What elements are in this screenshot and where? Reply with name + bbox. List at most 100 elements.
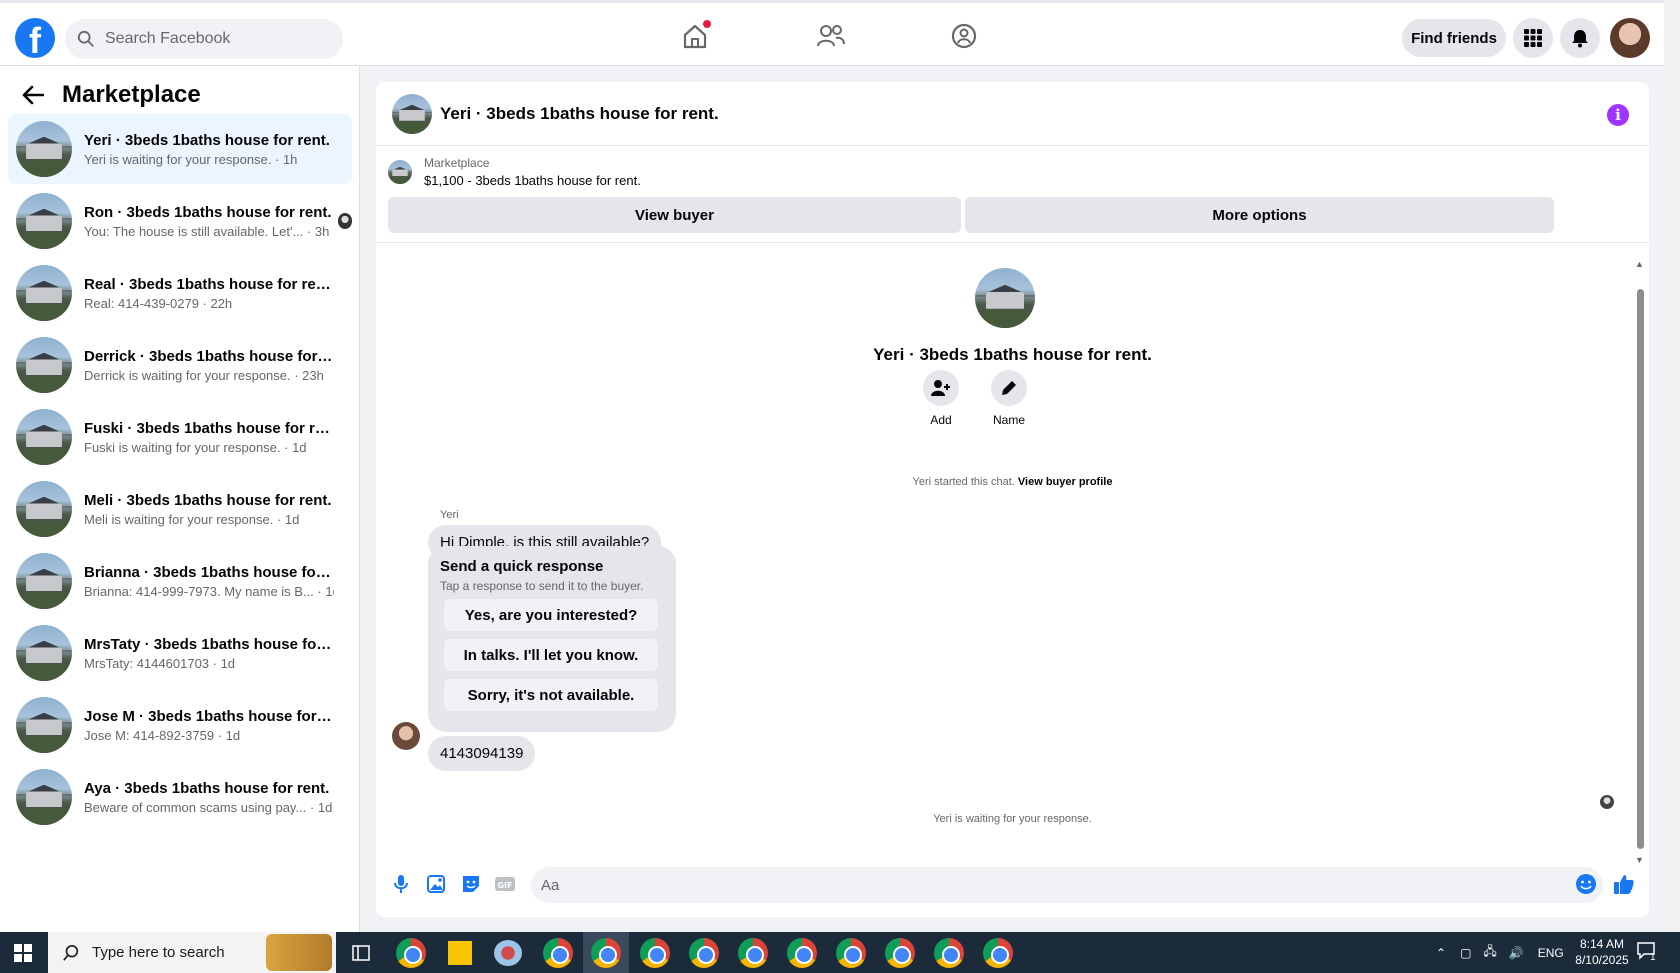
- add-contact-action[interactable]: Add: [911, 370, 971, 427]
- quick-response-option[interactable]: In talks. I'll let you know.: [444, 639, 658, 671]
- taskbar-chrome-app[interactable]: [543, 938, 573, 968]
- chat-title[interactable]: Yeri · 3beds 1baths house for rent.: [440, 104, 719, 124]
- sticker-icon[interactable]: [460, 873, 482, 895]
- scroll-up-arrow-icon[interactable]: ▲: [1635, 259, 1644, 269]
- conversation-title: Yeri · 3beds 1baths house for rent.: [873, 345, 1152, 364]
- taskbar-chrome-app[interactable]: [885, 938, 915, 968]
- message-area: ▲ ▼ Yeri · 3beds 1baths house for rent. …: [376, 245, 1649, 865]
- menu-button[interactable]: [1513, 18, 1553, 58]
- conversation-item[interactable]: Ron · 3beds 1baths house for rent. You: T…: [8, 186, 352, 256]
- microphone-icon[interactable]: [390, 873, 412, 895]
- paint-app-icon[interactable]: [494, 940, 522, 966]
- taskbar-chrome-app[interactable]: [640, 938, 670, 968]
- phone-number-message[interactable]: 4143094139: [428, 736, 536, 771]
- network-icon[interactable]: 🖧: [1483, 942, 1496, 963]
- more-options-button[interactable]: More options: [965, 197, 1554, 233]
- page-scrollbar[interactable]: [1664, 0, 1680, 932]
- taskbar-chrome-app[interactable]: [591, 938, 621, 968]
- start-button[interactable]: [0, 932, 46, 973]
- taskbar-chrome-app[interactable]: [983, 938, 1013, 968]
- conversation-text: Brianna · 3beds 1baths house for r... Bri…: [84, 564, 334, 599]
- groups-nav-button[interactable]: [950, 22, 980, 52]
- quick-response-card: Send a quick response Tap a response to …: [428, 546, 676, 732]
- conversation-preview: Beware of common scams using pay... · 1d: [84, 799, 333, 815]
- facebook-logo-icon[interactable]: f: [15, 18, 55, 58]
- listing-summary[interactable]: Marketplace $1,100 - 3beds 1baths house …: [388, 156, 641, 188]
- conversation-item[interactable]: Aya · 3beds 1baths house for rent. Beware…: [8, 762, 352, 832]
- taskbar-chrome-app[interactable]: [396, 938, 426, 968]
- conversation-text: Yeri · 3beds 1baths house for rent. Yeri …: [84, 132, 334, 167]
- edit-name-action[interactable]: Name: [979, 370, 1039, 427]
- divider: [376, 242, 1649, 243]
- conversation-preview: Yeri is waiting for your response. · 1h: [84, 151, 298, 167]
- emoji-icon[interactable]: [1575, 873, 1597, 895]
- edit-name-button[interactable]: [991, 370, 1027, 406]
- taskbar-chrome-app[interactable]: [689, 938, 719, 968]
- search-icon: [77, 30, 94, 47]
- sticky-notes-app-icon[interactable]: [448, 941, 472, 965]
- taskbar-chrome-app[interactable]: [836, 938, 866, 968]
- quick-response-heading: Send a quick response: [440, 558, 604, 575]
- conversation-thumbnail: [16, 769, 72, 825]
- conversation-item[interactable]: Yeri · 3beds 1baths house for rent. Yeri …: [8, 114, 352, 184]
- search-input[interactable]: [105, 30, 325, 48]
- home-nav-button[interactable]: [681, 20, 711, 52]
- add-label: Add: [930, 413, 952, 427]
- chevron-up-icon[interactable]: ⌃: [1436, 946, 1446, 960]
- chat-header: Yeri · 3beds 1baths house for rent. i: [376, 82, 1649, 146]
- view-buyer-profile-link[interactable]: View buyer profile: [1018, 476, 1113, 488]
- conversation-thumbnail: [16, 625, 72, 681]
- taskbar-chrome-app[interactable]: [738, 938, 768, 968]
- search-box[interactable]: [65, 19, 343, 59]
- notifications-button[interactable]: [1560, 18, 1600, 58]
- clock-date: 8/10/2025: [1575, 953, 1629, 967]
- sidebar-header: Marketplace: [18, 80, 201, 110]
- profile-avatar[interactable]: [1610, 18, 1650, 58]
- info-icon[interactable]: i: [1607, 104, 1629, 126]
- search-icon: [63, 944, 79, 961]
- scrollbar-thumb[interactable]: [1637, 289, 1644, 849]
- conversation-thumbnail: [16, 265, 72, 321]
- friends-nav-button[interactable]: [816, 22, 846, 52]
- conversation-item[interactable]: Derrick · 3beds 1baths house for re... De…: [8, 330, 352, 400]
- conversation-item[interactable]: Meli · 3beds 1baths house for rent. Meli …: [8, 474, 352, 544]
- conversation-preview: Meli is waiting for your response. · 1d: [84, 511, 300, 527]
- task-view-icon[interactable]: [351, 943, 371, 963]
- conversation-item[interactable]: Brianna · 3beds 1baths house for r... Bri…: [8, 546, 352, 616]
- conversation-text: Jose M · 3beds 1baths house for re... Jos…: [84, 708, 334, 743]
- seen-avatar: [337, 213, 352, 229]
- add-person-button[interactable]: [923, 370, 959, 406]
- conversation-item[interactable]: Jose M · 3beds 1baths house for re... Jos…: [8, 690, 352, 760]
- message-input[interactable]: [531, 867, 1603, 903]
- conversation-preview: Jose M: 414-892-3759 · 1d: [84, 727, 241, 743]
- taskbar-clock[interactable]: 8:14 AM 8/10/2025: [1560, 936, 1644, 968]
- conversation-item[interactable]: Real · 3beds 1baths house for rent. Real:…: [8, 258, 352, 328]
- chat-avatar[interactable]: [392, 93, 432, 134]
- conversation-item[interactable]: Fuski · 3beds 1baths house for rent. Fusk…: [8, 402, 352, 472]
- conversation-name: Fuski · 3beds 1baths house for rent.: [84, 419, 334, 437]
- device-icon[interactable]: ▢: [1460, 946, 1471, 960]
- conversation-name: Jose M · 3beds 1baths house for re...: [84, 707, 334, 725]
- conversation-preview: Derrick is waiting for your response. · …: [84, 367, 324, 383]
- listing-source: Marketplace: [424, 156, 490, 170]
- listing-title: $1,100 - 3beds 1baths house for rent.: [424, 173, 641, 188]
- volume-icon[interactable]: 🔊: [1509, 946, 1524, 960]
- taskbar-chrome-app[interactable]: [787, 938, 817, 968]
- conversation-item[interactable]: MrsTaty · 3beds 1baths house for r... Mrs…: [8, 618, 352, 688]
- conversation-name: Aya · 3beds 1baths house for rent.: [84, 779, 330, 797]
- top-navigation-bar: f Find friends: [0, 0, 1664, 66]
- conversation-preview: Brianna: 414-999-7973. My name is B... ·…: [84, 583, 334, 599]
- notification-center-button[interactable]: 1: [1636, 940, 1660, 964]
- chat-started-notice: Yeri started this chat. View buyer profi…: [376, 476, 1649, 488]
- thumbs-up-icon[interactable]: [1613, 873, 1635, 895]
- back-button[interactable]: [18, 80, 48, 110]
- find-friends-button[interactable]: Find friends: [1402, 19, 1506, 57]
- taskbar-chrome-app[interactable]: [934, 938, 964, 968]
- photo-icon[interactable]: [425, 873, 447, 895]
- conversation-name: Meli · 3beds 1baths house for rent.: [84, 491, 332, 509]
- gif-icon[interactable]: GIF: [494, 873, 516, 895]
- quick-response-option[interactable]: Yes, are you interested?: [444, 599, 658, 631]
- conversation-preview: Real: 414-439-0279 · 22h: [84, 295, 233, 311]
- view-buyer-button[interactable]: View buyer: [388, 197, 961, 233]
- quick-response-option[interactable]: Sorry, it's not available.: [444, 679, 658, 711]
